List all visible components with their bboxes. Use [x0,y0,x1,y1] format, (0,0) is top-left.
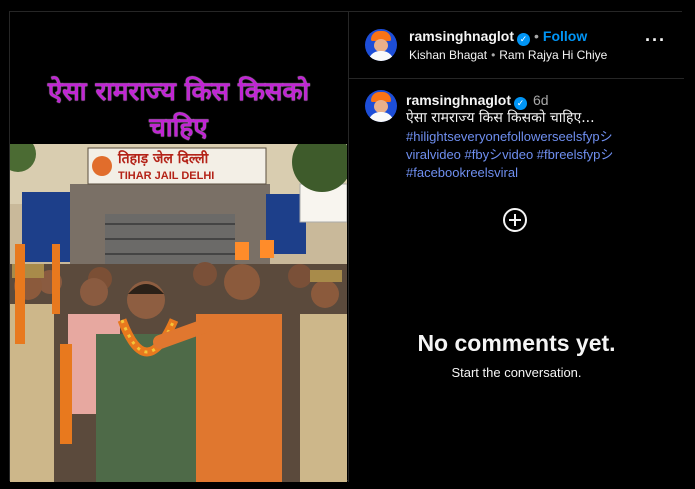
follow-button[interactable]: Follow [543,28,587,44]
post-sidebar: ramsinghnaglot ✓ • Follow Kishan Bhagat • Ram… [348,12,684,482]
audio-artist[interactable]: Kishan Bhagat [409,48,487,62]
post-dialog: ऐसा रामराज्य किस किसको चाहिए तिहाड़ जेल … [9,11,684,482]
headline-line-1: ऐसा रामराज्य किस किसको [47,77,310,107]
author-avatar[interactable] [365,29,397,61]
audio-title[interactable]: Ram Rajya Hi Chiye [499,48,607,62]
headline-line-2: चाहिए [149,113,208,143]
caption-hashtags[interactable]: #hilightseveryonefollowerseelsfypシviralv… [406,128,644,182]
sign-hindi: तिहाड़ जेल दिल्ली [117,150,210,167]
audio-info[interactable]: Kishan Bhagat • Ram Rajya Hi Chiye [409,48,607,62]
caption-title-row: ramsinghnaglot ✓ 6d [406,92,549,110]
post-header: ramsinghnaglot ✓ • Follow Kishan Bhagat • Ram… [349,12,684,79]
author-username[interactable]: ramsinghnaglot [409,28,514,44]
post-media[interactable]: ऐसा रामराज्य किस किसको चाहिए तिहाड़ जेल … [10,12,347,482]
no-comments-title: No comments yet. [417,330,616,356]
no-comments-subtitle: Start the conversation. [451,365,582,380]
caption-text: ऐसा रामराज्य किस किसको चाहिए... [406,110,595,126]
caption-username[interactable]: ramsinghnaglot [406,92,511,108]
more-options-icon[interactable]: ··· [645,31,666,49]
post-photo: तिहाड़ जेल दिल्ली TIHAR JAIL DELHI [10,144,347,482]
header-title-row: ramsinghnaglot ✓ • Follow [409,28,587,46]
image-headline: ऐसा रामराज्य किस किसको चाहिए [10,74,347,146]
header-separator: • [534,28,539,44]
verified-badge-icon: ✓ [517,33,531,46]
audio-separator: • [491,48,496,62]
add-comment-icon[interactable] [503,208,527,232]
caption-avatar[interactable] [365,90,397,122]
post-age[interactable]: 6d [533,92,549,108]
sign-english: TIHAR JAIL DELHI [118,170,214,182]
